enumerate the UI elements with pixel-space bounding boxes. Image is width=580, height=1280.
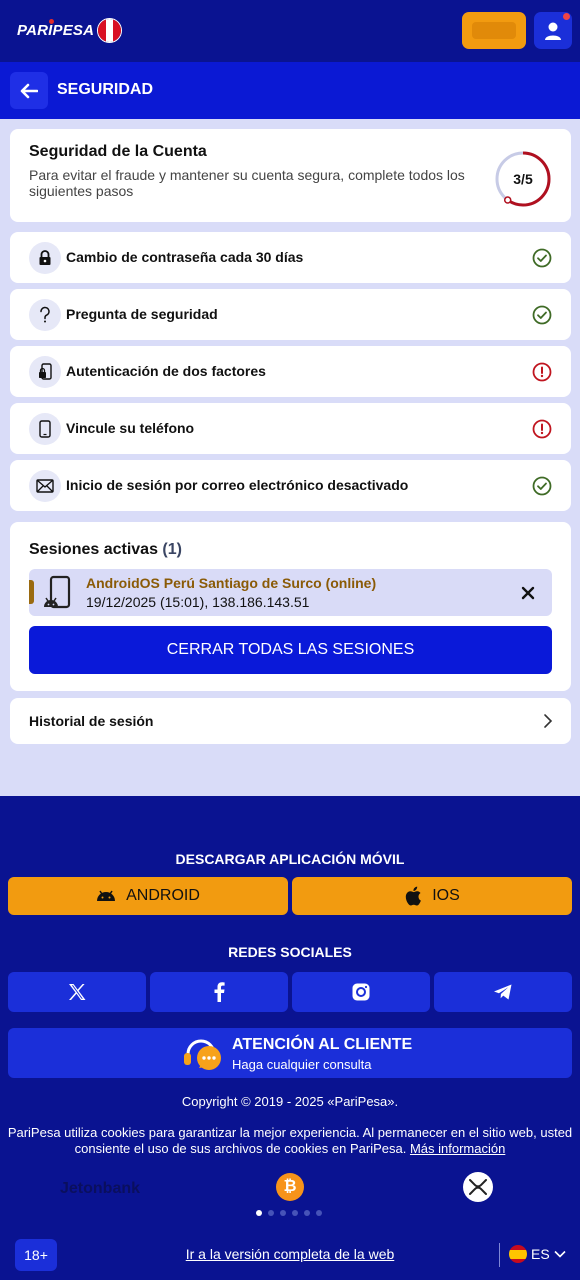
security-description: Para evitar el fraude y mantener su cuen… — [29, 167, 465, 199]
close-icon — [521, 586, 535, 600]
chevron-right-icon — [544, 714, 553, 728]
full-site-link[interactable]: Ir a la versión completa de la web — [0, 1246, 580, 1262]
ios-app-button[interactable]: IOS — [292, 877, 572, 915]
carousel-dot[interactable] — [268, 1210, 274, 1216]
android-device-icon — [44, 575, 71, 609]
language-selector[interactable]: ES — [509, 1245, 566, 1263]
security-item-two-factor[interactable]: Autenticación de dos factores — [10, 346, 571, 397]
chevron-down-icon — [554, 1250, 566, 1258]
facebook-social-button[interactable] — [150, 972, 288, 1012]
page-header: SEGURIDAD — [0, 62, 580, 119]
history-label: Historial de sesión — [29, 713, 154, 729]
footer: DESCARGAR APLICACIÓN MÓVIL ANDROID IOS R… — [0, 796, 580, 1280]
session-history-row[interactable]: Historial de sesión — [10, 698, 571, 744]
carousel-dot[interactable] — [256, 1210, 262, 1216]
bitcoin-icon[interactable]: ₿ — [276, 1173, 304, 1201]
lock-icon — [29, 242, 61, 274]
check-circle-icon — [531, 247, 553, 269]
headset-chat-icon — [184, 1039, 221, 1070]
item-label: Autenticación de dos factores — [66, 363, 266, 379]
user-icon — [545, 22, 561, 40]
jetonbank-logo[interactable]: Jetonbank — [60, 1180, 140, 1198]
xrp-icon[interactable] — [463, 1172, 493, 1202]
profile-button[interactable] — [534, 12, 572, 49]
balance-hidden — [472, 22, 516, 39]
item-label: Cambio de contraseña cada 30 días — [66, 249, 304, 265]
question-icon — [29, 299, 61, 331]
security-item-password[interactable]: Cambio de contraseña cada 30 días — [10, 232, 571, 283]
progress-label: 3/5 — [513, 171, 533, 187]
apple-icon — [406, 886, 422, 906]
spain-flag-icon — [509, 1245, 527, 1263]
social-title: REDES SOCIALES — [228, 944, 352, 960]
two-factor-icon — [29, 356, 61, 388]
security-item-phone[interactable]: Vincule su teléfono — [10, 403, 571, 454]
support-subtitle: Haga cualquier consulta — [232, 1057, 372, 1072]
cookie-more-info-link[interactable]: Más información — [410, 1141, 505, 1156]
close-all-sessions-button[interactable]: CERRAR TODAS LAS SESIONES — [29, 626, 552, 674]
check-circle-icon — [531, 475, 553, 497]
customer-support-button[interactable]: ATENCIÓN AL CLIENTE Haga cualquier consu… — [8, 1028, 572, 1078]
alert-circle-icon — [531, 361, 553, 383]
carousel-dot[interactable] — [316, 1210, 322, 1216]
support-title: ATENCIÓN AL CLIENTE — [232, 1036, 413, 1053]
security-item-question[interactable]: Pregunta de seguridad — [10, 289, 571, 340]
close-session-button[interactable] — [518, 583, 538, 603]
session-row: AndroidOS Perú Santiago de Surco (online… — [29, 569, 552, 616]
carousel-dots — [256, 1210, 322, 1216]
instagram-social-button[interactable] — [292, 972, 430, 1012]
top-bar: PARIPESA — [0, 0, 580, 62]
android-app-button[interactable]: ANDROID — [8, 877, 288, 915]
notification-dot — [563, 13, 570, 20]
carousel-dot[interactable] — [292, 1210, 298, 1216]
page-title: SEGURIDAD — [57, 81, 154, 98]
back-button[interactable] — [10, 72, 48, 109]
security-item-email-login[interactable]: Inicio de sesión por correo electrónico … — [10, 460, 571, 511]
paripesa-logo[interactable]: PARIPESA — [17, 19, 94, 39]
account-security-card: Seguridad de la Cuenta Para evitar el fr… — [10, 129, 571, 222]
check-circle-icon — [531, 304, 553, 326]
session-details: 19/12/2025 (15:01), 138.186.143.51 — [86, 594, 310, 610]
android-icon — [97, 890, 116, 901]
instagram-icon — [352, 983, 370, 1001]
security-title: Seguridad de la Cuenta — [29, 143, 207, 160]
facebook-icon — [214, 982, 225, 1002]
item-label: Inicio de sesión por correo electrónico … — [66, 477, 409, 493]
session-device: AndroidOS Perú Santiago de Surco (online… — [86, 575, 377, 591]
language-label: ES — [531, 1246, 550, 1262]
active-sessions-card: Sesiones activas (1) AndroidOS Perú Sant… — [10, 522, 571, 691]
balance-button[interactable] — [462, 12, 526, 49]
logo-dot — [49, 19, 54, 24]
ios-label: IOS — [432, 887, 460, 904]
email-icon — [29, 470, 61, 502]
copyright: Copyright © 2019 - 2025 «PariPesa». — [181, 1094, 399, 1109]
sessions-title: Sesiones activas (1) — [29, 541, 182, 558]
session-active-marker — [29, 580, 34, 604]
android-label: ANDROID — [126, 887, 200, 904]
carousel-dot[interactable] — [304, 1210, 310, 1216]
x-icon — [69, 984, 86, 1000]
peru-flag-icon[interactable] — [97, 18, 122, 43]
item-label: Vincule su teléfono — [66, 420, 195, 436]
sessions-count: (1) — [162, 541, 182, 558]
telegram-social-button[interactable] — [434, 972, 572, 1012]
download-title: DESCARGAR APLICACIÓN MÓVIL — [175, 851, 405, 867]
alert-circle-icon — [531, 418, 553, 440]
arrow-left-icon — [20, 83, 38, 98]
phone-icon — [29, 413, 61, 445]
cookie-notice: PariPesa utiliza cookies para garantizar… — [7, 1125, 573, 1156]
telegram-icon — [494, 984, 512, 1000]
carousel-dot[interactable] — [280, 1210, 286, 1216]
divider — [499, 1243, 500, 1267]
x-social-button[interactable] — [8, 972, 146, 1012]
item-label: Pregunta de seguridad — [66, 306, 218, 322]
